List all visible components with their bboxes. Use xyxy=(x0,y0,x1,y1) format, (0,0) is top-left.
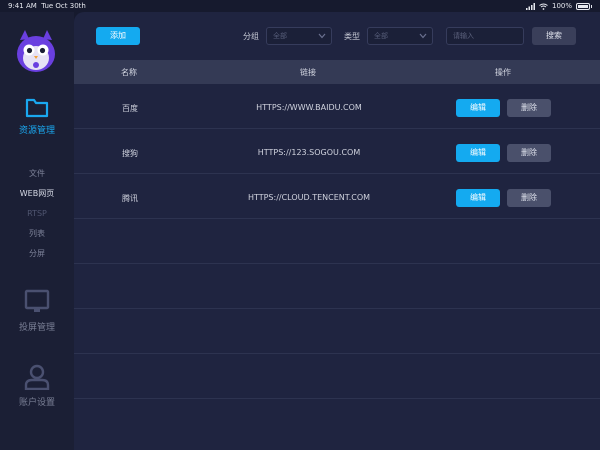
table-row: 腾讯 HTTPS://CLOUD.TENCENT.COM 编辑 删除 xyxy=(74,174,600,219)
subnav-item-file[interactable]: 文件 xyxy=(0,164,74,184)
column-header-name: 名称 xyxy=(121,68,137,77)
chevron-down-icon xyxy=(318,33,326,39)
nav-label: 资源管理 xyxy=(18,126,55,136)
status-time: 9:41 AM Tue Oct 30th xyxy=(8,2,86,10)
edit-button[interactable]: 编辑 xyxy=(456,189,500,207)
nav-account-settings[interactable]: 账户设置 xyxy=(0,364,74,408)
column-header-actions: 操作 xyxy=(495,68,511,77)
folder-icon xyxy=(25,98,49,118)
battery-icon xyxy=(576,2,590,10)
group-select[interactable]: 全部 xyxy=(266,27,332,45)
signal-icon xyxy=(525,2,535,10)
nav-label: 投屏管理 xyxy=(18,323,55,333)
table-row: 搜狗 HTTPS://123.SOGOU.COM 编辑 删除 xyxy=(74,129,600,174)
subnav-item-split[interactable]: 分屏 xyxy=(0,244,74,264)
nav-screen-management[interactable]: 投屏管理 xyxy=(0,289,74,333)
subnav-item-web[interactable]: WEB网页 xyxy=(0,184,74,204)
nav-resource-management[interactable]: 资源管理 xyxy=(0,96,74,152)
group-filter-label: 分组 xyxy=(243,32,259,41)
empty-table-row xyxy=(74,354,600,399)
subnav-item-rtsp[interactable]: RTSP xyxy=(0,204,74,224)
empty-table-row xyxy=(74,309,600,354)
main-panel: 添加 分组 全部 类型 全部 搜索 名称 链接 操作 百度 HTTPS://WW… xyxy=(74,12,600,450)
sub-nav: 文件 WEB网页 RTSP 列表 分屏 xyxy=(0,164,74,264)
search-button[interactable]: 搜索 xyxy=(532,27,576,45)
delete-button[interactable]: 删除 xyxy=(507,99,551,117)
mascot-avatar-icon[interactable] xyxy=(14,26,58,74)
type-filter-label: 类型 xyxy=(344,32,360,41)
type-select-value: 全部 xyxy=(374,32,388,40)
column-header-link: 链接 xyxy=(300,68,316,77)
subnav-item-list[interactable]: 列表 xyxy=(0,224,74,244)
edit-button[interactable]: 编辑 xyxy=(456,144,500,162)
toolbar: 添加 分组 全部 类型 全部 搜索 xyxy=(74,12,600,58)
chevron-down-icon xyxy=(419,33,427,39)
sidebar: 资源管理 文件 WEB网页 RTSP 列表 分屏 投屏管理 账户设置 xyxy=(0,12,74,450)
group-select-value: 全部 xyxy=(273,32,287,40)
delete-button[interactable]: 删除 xyxy=(507,189,551,207)
user-icon xyxy=(24,364,50,390)
edit-button[interactable]: 编辑 xyxy=(456,99,500,117)
monitor-icon xyxy=(24,289,50,312)
battery-percent: 100% xyxy=(551,2,572,10)
empty-table-row xyxy=(74,219,600,264)
add-button[interactable]: 添加 xyxy=(96,27,140,45)
nav-label: 账户设置 xyxy=(18,398,55,408)
table-header: 名称 链接 操作 xyxy=(74,60,600,84)
type-select[interactable]: 全部 xyxy=(367,27,433,45)
wifi-icon xyxy=(539,3,548,10)
empty-table-row xyxy=(74,264,600,309)
status-right: 100% xyxy=(525,2,592,10)
status-bar: 9:41 AM Tue Oct 30th 100% xyxy=(0,0,600,12)
table-row: 百度 HTTPS://WWW.BAIDU.COM 编辑 删除 xyxy=(74,84,600,129)
search-input[interactable] xyxy=(446,27,524,45)
delete-button[interactable]: 删除 xyxy=(507,144,551,162)
